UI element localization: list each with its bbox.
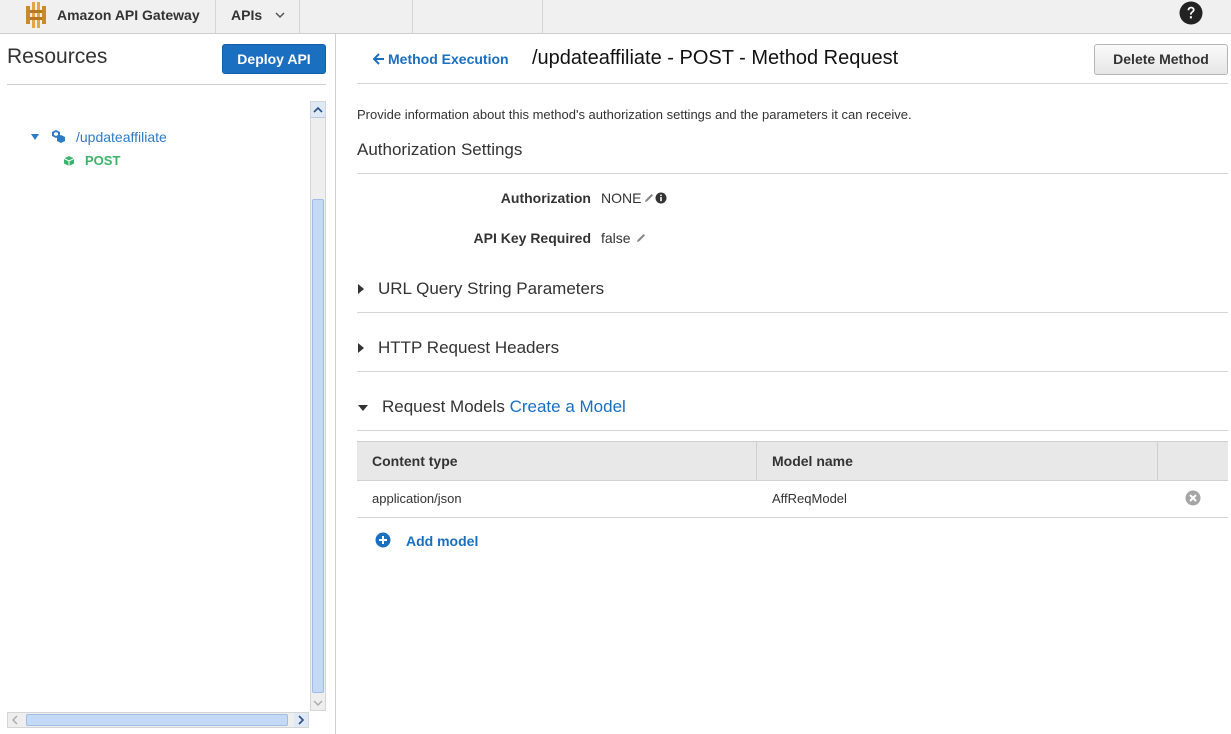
chevron-right-icon[interactable] (294, 713, 308, 727)
url-query-params-section[interactable]: URL Query String Parameters (378, 279, 604, 299)
brand[interactable]: Amazon API Gateway (0, 0, 216, 33)
info-icon[interactable] (655, 192, 667, 204)
tree-method-post[interactable]: POST (85, 153, 120, 168)
request-models-heading[interactable]: Request Models (382, 397, 505, 416)
divider (357, 173, 1228, 174)
api-key-required-value: false (601, 230, 631, 246)
pencil-icon[interactable] (643, 192, 655, 204)
resources-sidebar: Resources Deploy API /updateaffiliate PO… (0, 34, 336, 734)
column-header-content-type: Content type (372, 453, 458, 469)
description-text: Provide information about this method's … (357, 107, 912, 122)
column-header-model-name: Model name (772, 453, 853, 469)
add-model-link[interactable]: Add model (406, 533, 478, 549)
caret-down-icon[interactable] (30, 132, 40, 142)
resource-cubes-icon (52, 130, 65, 143)
table-header: Content type Model name (357, 441, 1228, 481)
scrollbar-thumb[interactable] (26, 714, 288, 726)
scrollbar-thumb[interactable] (312, 199, 324, 693)
chevron-left-icon[interactable] (8, 713, 22, 727)
divider (357, 83, 1228, 84)
pencil-icon[interactable] (635, 232, 647, 244)
method-cube-icon (63, 156, 75, 166)
divider (7, 84, 326, 85)
authorization-settings-heading: Authorization Settings (357, 140, 523, 159)
delete-method-button[interactable]: Delete Method (1094, 44, 1228, 75)
http-request-headers-section[interactable]: HTTP Request Headers (378, 338, 559, 358)
remove-circle-icon[interactable] (1185, 490, 1201, 506)
horizontal-scrollbar[interactable] (7, 712, 309, 728)
topbar-divider (412, 0, 413, 33)
apis-menu-label: APIs (231, 7, 263, 23)
method-request-panel: Method Execution /updateaffiliate - POST… (357, 34, 1231, 734)
chevron-down-icon (275, 12, 285, 19)
authorization-label: Authorization (500, 190, 591, 206)
scroll-up-button[interactable] (311, 102, 325, 118)
api-key-required-label: API Key Required (473, 230, 591, 246)
add-circle-icon[interactable] (375, 532, 391, 548)
create-model-link[interactable]: Create a Model (510, 397, 626, 416)
table-row: application/json AffReqModel (357, 481, 1228, 518)
divider (357, 371, 1228, 372)
request-models-section: Request Models Create a Model (382, 397, 626, 417)
vertical-scrollbar[interactable] (310, 101, 326, 711)
topbar-divider (542, 0, 543, 33)
caret-right-icon[interactable] (357, 342, 367, 354)
method-execution-link[interactable]: Method Execution (388, 51, 509, 67)
page-title: /updateaffiliate - POST - Method Request (532, 47, 899, 69)
arrow-left-icon[interactable] (373, 53, 385, 65)
cell-content-type: application/json (372, 491, 462, 506)
brand-name: Amazon API Gateway (57, 7, 200, 23)
column-divider (1157, 442, 1158, 481)
apis-menu[interactable]: APIs (216, 0, 300, 33)
caret-right-icon[interactable] (357, 283, 367, 295)
authorization-value: NONE (601, 190, 642, 206)
chevron-down-icon[interactable] (311, 696, 325, 710)
chevron-up-icon (313, 106, 323, 113)
caret-down-icon[interactable] (357, 402, 369, 414)
resources-title: Resources (7, 45, 108, 68)
api-gateway-logo-icon (26, 2, 46, 28)
divider (357, 312, 1228, 313)
divider (357, 430, 1228, 431)
top-nav-bar: Amazon API Gateway APIs (0, 0, 1231, 34)
deploy-api-button[interactable]: Deploy API (222, 44, 326, 74)
tree-resource-updateaffiliate[interactable]: /updateaffiliate (76, 129, 167, 145)
cell-model-name: AffReqModel (772, 491, 847, 506)
column-divider (756, 442, 757, 481)
help-icon[interactable] (1179, 1, 1203, 25)
